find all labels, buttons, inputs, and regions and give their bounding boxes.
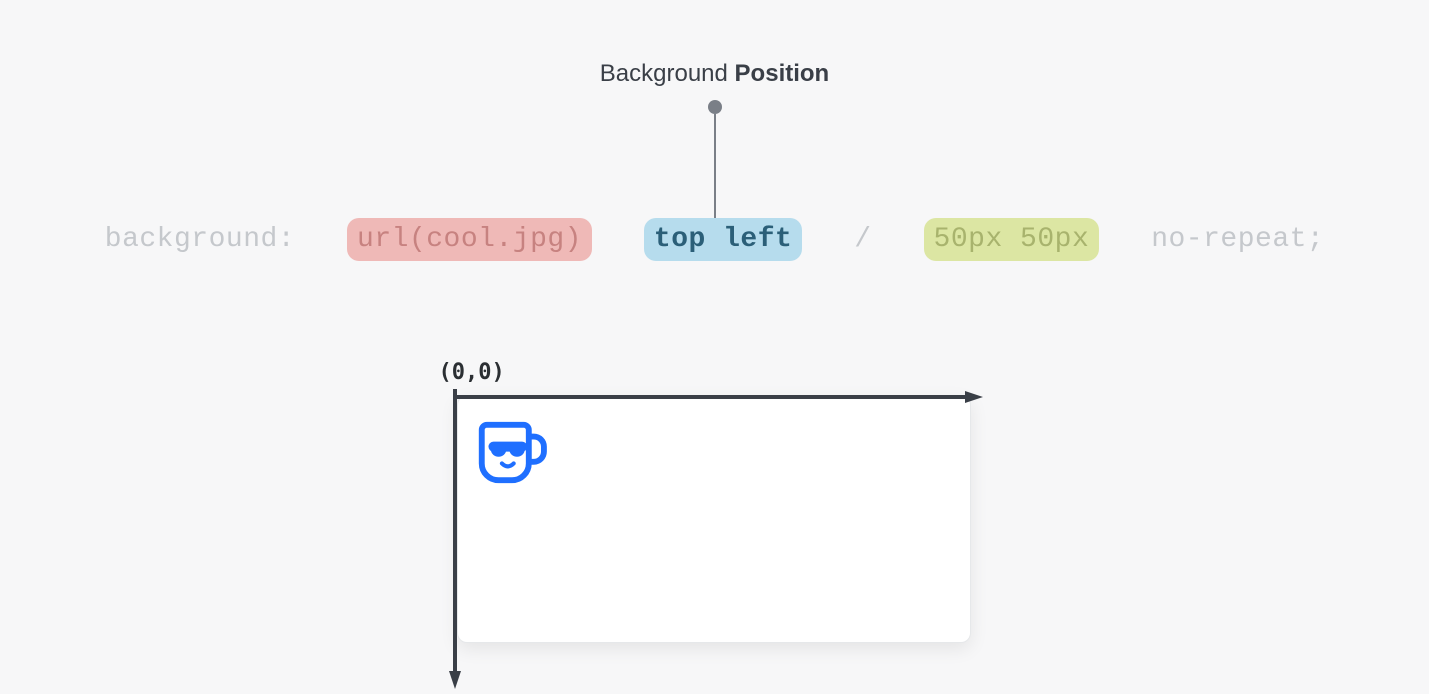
background-box xyxy=(457,395,971,643)
css-code-line: background: url(cool.jpg) top left / 50p… xyxy=(0,218,1429,261)
title-connector xyxy=(708,100,722,219)
y-axis-arrow-icon xyxy=(449,389,469,689)
x-axis-arrow-icon xyxy=(453,391,983,411)
mug-icon xyxy=(470,408,554,497)
code-separator: / xyxy=(854,218,871,261)
code-repeat: no-repeat; xyxy=(1151,218,1324,261)
code-url-segment: url(cool.jpg) xyxy=(347,218,592,261)
connector-dot-icon xyxy=(708,100,722,114)
position-demo: (0,0) xyxy=(435,360,995,671)
code-size-segment: 50px 50px xyxy=(924,218,1100,261)
title-bold: Position xyxy=(735,60,830,87)
title-prefix: Background xyxy=(600,60,735,87)
code-property: background: xyxy=(105,218,295,261)
origin-label: (0,0) xyxy=(439,360,995,385)
code-position-segment: top left xyxy=(644,218,802,261)
axes-container xyxy=(435,391,975,671)
diagram-title: Background Position xyxy=(0,60,1429,88)
connector-line-icon xyxy=(714,114,716,219)
